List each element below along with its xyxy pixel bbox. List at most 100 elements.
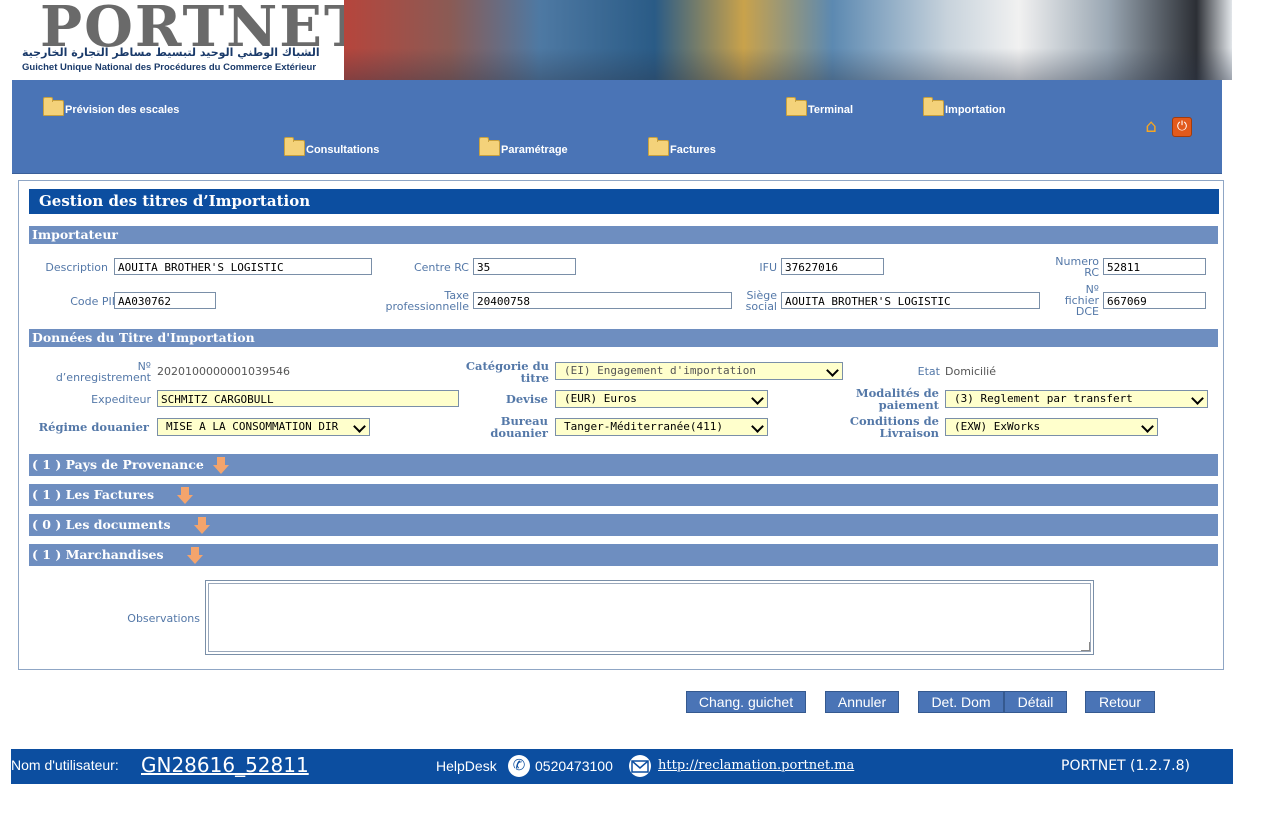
accordion-documents[interactable]: ( 0 ) Les documents [29,514,1218,536]
main-nav [12,80,1222,174]
chevron-down-icon [1141,420,1154,433]
det-dom-button[interactable]: Det. Dom [918,691,1004,713]
helpdesk-phone: 0520473100 [535,758,613,774]
folder-icon [284,137,305,156]
conditions-select[interactable]: (EXW) ExWorks [945,418,1158,436]
resize-grip-icon[interactable] [1081,642,1090,651]
modalites-label: Modalités de paiement [830,387,939,411]
folder-icon [648,137,669,156]
header-photo-band [344,0,1232,80]
accordion-label: ( 1 ) Pays de Provenance [32,457,204,472]
nav-item-terminal[interactable]: Terminal [786,97,854,116]
accordion-label: ( 1 ) Les Factures [32,487,155,502]
taxe-label-line2: professionnelle [385,300,469,313]
modalites-selected: (3) Reglement par transfert [954,392,1133,405]
siege-label: Siège social [730,290,777,312]
numero-rc-label-line2: RC [1084,266,1099,279]
folder-icon [786,97,807,116]
categorie-label: Catégorie du titre [440,360,549,384]
nav-label: Importation [945,104,1006,116]
bureau-selected: Tanger-Méditerranée(411) [564,420,723,433]
modalites-select[interactable]: (3) Reglement par transfert [945,390,1208,408]
folder-icon [43,97,64,116]
mail-icon [628,755,652,777]
expediteur-field[interactable]: SCHMITZ CARGOBULL [157,390,459,407]
accordion-label: ( 1 ) Marchandises [32,547,164,562]
annuler-button[interactable]: Annuler [825,691,899,713]
chevron-down-icon [751,392,764,405]
code-pin-field[interactable]: AA030762 [114,292,216,309]
chevron-down-icon [751,420,764,433]
centre-rc-label: Centre RC [413,261,469,274]
chevron-down-icon [1191,392,1204,405]
description-field[interactable]: AOUITA BROTHER'S LOGISTIC [114,258,372,275]
footer-bar: Nom d'utilisateur: GN28616_52811 HelpDes… [11,749,1233,784]
reclamation-link[interactable]: http://reclamation.portnet.ma [658,758,854,773]
nav-item-importation[interactable]: Importation [923,97,1006,116]
etat-value: Domicilié [945,365,996,378]
page-title: Gestion des titres d’Importation [29,189,1219,214]
home-icon[interactable]: ⌂ [1140,117,1162,137]
chang-guichet-button[interactable]: Chang. guichet [686,691,806,713]
accordion-marchandises[interactable]: ( 1 ) Marchandises [29,544,1218,566]
bureau-select[interactable]: Tanger-Méditerranée(411) [555,418,768,436]
centre-rc-field[interactable]: 35 [473,258,576,275]
ifu-label: IFU [759,261,777,274]
numero-rc-label: Numero RC [1040,256,1099,278]
code-pin-label: Code PIN [70,295,120,308]
nav-item-prevision[interactable]: Prévision des escales [43,97,180,116]
power-icon[interactable]: ⏻ [1172,117,1192,137]
fichier-dce-label: Nº fichier DCE [1040,284,1099,317]
categorie-label-line2: titre [520,371,549,385]
detail-button[interactable]: Détail [1004,691,1067,713]
ifu-field[interactable]: 37627016 [781,258,884,275]
fichier-dce-field[interactable]: 667069 [1103,292,1206,309]
siege-label-line2: social [745,300,777,313]
conditions-label-line2: Livraison [879,426,939,440]
retour-button[interactable]: Retour [1085,691,1155,713]
taxe-field[interactable]: 20400758 [473,292,732,309]
chevron-down-icon [353,420,366,433]
accordion-factures[interactable]: ( 1 ) Les Factures [29,484,1218,506]
tagline-arabic: الشباك الوطني الوحيد لتبسيط مساطر التجار… [22,46,320,59]
conditions-label: Conditions de Livraison [830,415,939,439]
conditions-selected: (EXW) ExWorks [954,420,1041,433]
nav-label: Prévision des escales [65,104,180,116]
enregistrement-value: 2020100000001039546 [157,365,290,378]
accordion-label: ( 0 ) Les documents [32,517,171,532]
nav-item-parametrage[interactable]: Paramétrage [479,137,568,156]
section-importateur: Importateur [29,226,1218,244]
devise-label: Devise [505,392,548,406]
regime-selected: MISE A LA CONSOMMATION DIR [166,420,339,433]
etat-label: Etat [917,365,940,378]
username-link[interactable]: GN28616_52811 [141,753,309,777]
version-label: PORTNET (1.2.7.8) [1061,758,1190,774]
siege-field[interactable]: AOUITA BROTHER'S LOGISTIC [781,292,1040,309]
chevron-down-icon [826,364,839,377]
section-donnees-titre: Données du Titre d'Importation [29,329,1218,347]
devise-select[interactable]: (EUR) Euros [555,390,768,408]
nav-item-factures[interactable]: Factures [648,137,716,156]
nav-item-consultations[interactable]: Consultations [284,137,380,156]
nav-label: Factures [670,144,716,156]
phone-icon: ✆ [508,755,530,777]
nav-label: Consultations [306,144,380,156]
username-label: Nom d'utilisateur: [11,757,119,773]
regime-select[interactable]: MISE A LA CONSOMMATION DIR [157,418,370,436]
nav-label: Paramétrage [501,144,568,156]
devise-selected: (EUR) Euros [564,392,637,405]
folder-icon [923,97,944,116]
observations-textarea[interactable] [205,580,1094,655]
header-banner: PORTNET الشباك الوطني الوحيد لتبسيط مساط… [12,0,1232,80]
bureau-label-line2: douanier [490,426,548,440]
taxe-label: Taxe professionnelle [370,290,469,312]
fichier-label-line3: DCE [1075,305,1099,318]
categorie-select[interactable]: (EI) Engagement d'importation [555,362,843,380]
regime-label: Régime douanier [38,420,149,434]
logo-area: PORTNET الشباك الوطني الوحيد لتبسيط مساط… [12,0,366,80]
numero-rc-field[interactable]: 52811 [1103,258,1206,275]
helpdesk-label: HelpDesk [436,758,497,774]
nav-label: Terminal [808,104,854,116]
enregistrement-label: Nº d’enregistrement [30,361,151,383]
accordion-pays-provenance[interactable]: ( 1 ) Pays de Provenance [29,454,1218,476]
